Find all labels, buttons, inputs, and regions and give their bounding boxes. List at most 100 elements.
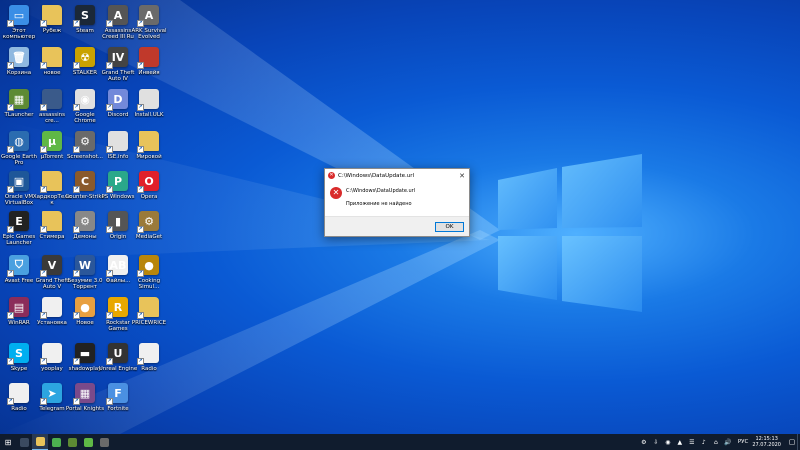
shortcut-arrow-icon: ↗ xyxy=(106,358,113,365)
clock-date: 27.07.2020 xyxy=(752,442,781,448)
desktop-icon-label: Мировой xyxy=(136,154,162,160)
rockstar-icon: R ↗ xyxy=(106,297,128,319)
folder-icon: ↗ xyxy=(40,5,62,27)
dialog-message-text: Приложение не найдено xyxy=(346,201,412,207)
computer-icon: ▭ ↗ xyxy=(7,5,29,27)
unreal-icon: U ↗ xyxy=(106,343,128,365)
clock[interactable]: 12:15:13 27.07.2020 xyxy=(752,436,781,448)
desktop-icon-label: Fortnite xyxy=(107,406,129,412)
game-icon: ● ↗ xyxy=(137,255,159,277)
file-icon: ▬ ↗ xyxy=(73,343,95,365)
shortcut-arrow-icon: ↗ xyxy=(7,398,14,405)
file-icon: ↗ xyxy=(137,89,159,111)
word-icon: W ↗ xyxy=(73,255,95,277)
gta-v-icon: V ↗ xyxy=(40,255,62,277)
shortcut-arrow-icon: ↗ xyxy=(73,186,80,193)
file-icon: ↗ xyxy=(106,131,128,153)
shortcut-arrow-icon: ↗ xyxy=(106,312,113,319)
shortcut-arrow-icon: ↗ xyxy=(40,186,47,193)
shortcut-arrow-icon: ↗ xyxy=(40,226,47,233)
shortcut-arrow-icon: ↗ xyxy=(40,20,47,27)
shortcut-arrow-icon: ↗ xyxy=(73,20,80,27)
file-icon: ↗ xyxy=(40,343,62,365)
antivirus-icon: ⛉ ↗ xyxy=(7,255,29,277)
settings-icon: ⚙ ↗ xyxy=(73,211,95,233)
shortcut-arrow-icon: ↗ xyxy=(7,186,14,193)
taskbar-app[interactable] xyxy=(16,434,32,450)
desktop-icon[interactable]: ↗ Install.ULK xyxy=(130,86,168,132)
dialog-title: C:\Windows\DataUpdate.url xyxy=(338,172,415,179)
folder-icon: ↗ xyxy=(40,171,62,193)
taskbar-apps xyxy=(16,434,112,450)
shortcut-arrow-icon: ↗ xyxy=(106,104,113,111)
taskbar-app[interactable] xyxy=(48,434,64,450)
minecraft-icon xyxy=(67,437,77,447)
stalker-icon: ☢ ↗ xyxy=(73,47,95,69)
shortcut-arrow-icon: ↗ xyxy=(7,270,14,277)
file-icon: ↗ xyxy=(137,343,159,365)
shortcut-arrow-icon: ↗ xyxy=(137,62,144,69)
desktop-icon-label: PRICEWRICE xyxy=(131,320,167,326)
tray-icon[interactable]: ▲ xyxy=(675,438,684,447)
tray-icon[interactable]: 🔊 xyxy=(723,438,732,447)
task-view-icon xyxy=(19,437,29,447)
shortcut-arrow-icon: ↗ xyxy=(40,312,47,319)
shortcut-arrow-icon: ↗ xyxy=(106,398,113,405)
desktop-icon[interactable]: A ↗ ARK Survival Evolved xyxy=(130,2,168,48)
tray-icon[interactable]: ⚙ xyxy=(639,438,648,447)
dialog-footer: OK xyxy=(325,216,469,236)
desktop-icon-label: ARK Survival Evolved xyxy=(131,28,167,40)
language-indicator[interactable]: РУС xyxy=(738,439,749,445)
shortcut-arrow-icon: ↗ xyxy=(137,270,144,277)
skype-icon: S ↗ xyxy=(7,343,29,365)
shortcut-arrow-icon: ↗ xyxy=(7,146,14,153)
assassins-creed-icon: A ↗ xyxy=(106,5,128,27)
shortcut-arrow-icon: ↗ xyxy=(7,358,14,365)
desktop-icon[interactable]: ↗ Инвейя xyxy=(130,44,168,90)
desktop-icon-label: Cooking Simul... xyxy=(137,278,161,290)
taskbar-app[interactable] xyxy=(32,434,48,450)
shortcut-arrow-icon: ↗ xyxy=(106,270,113,277)
shortcut-arrow-icon: ↗ xyxy=(7,312,14,319)
taskbar-app[interactable] xyxy=(96,434,112,450)
shortcut-arrow-icon: ↗ xyxy=(7,226,14,233)
mediaget-icon: ⚙ ↗ xyxy=(137,211,159,233)
opera-icon: O ↗ xyxy=(137,171,159,193)
file-icon: ↗ xyxy=(40,297,62,319)
file-explorer-icon xyxy=(35,437,45,446)
desktop-icon-label: Radio xyxy=(141,366,157,372)
desktop-icon[interactable]: ● ↗ Cooking Simul... xyxy=(130,252,168,298)
folder-icon: ↗ xyxy=(40,211,62,233)
tray-icon[interactable]: ♪ xyxy=(699,438,708,447)
shortcut-arrow-icon: ↗ xyxy=(73,398,80,405)
minecraft-icon: ▦ ↗ xyxy=(7,89,29,111)
shortcut-arrow-icon: ↗ xyxy=(73,358,80,365)
shortcut-arrow-icon: ↗ xyxy=(73,226,80,233)
desktop-icon[interactable]: ⚙ ↗ MediaGet xyxy=(130,208,168,254)
desktop-icon[interactable]: F ↗ Fortnite xyxy=(99,380,137,426)
shortcut-arrow-icon: ↗ xyxy=(40,62,47,69)
tray-icon[interactable]: ◉ xyxy=(663,438,672,447)
shortcut-arrow-icon: ↗ xyxy=(137,226,144,233)
folder-icon: ↗ xyxy=(137,297,159,319)
tray-icon[interactable]: ⌂ xyxy=(711,438,720,447)
tray-icon[interactable]: ⇩ xyxy=(651,438,660,447)
ok-button[interactable]: OK xyxy=(435,222,464,232)
taskbar-app[interactable] xyxy=(64,434,80,450)
shortcut-arrow-icon: ↗ xyxy=(40,146,47,153)
recycle-bin-icon: 🗑 ↗ xyxy=(7,47,29,69)
shortcut-arrow-icon: ↗ xyxy=(73,146,80,153)
google-earth-icon: ◍ ↗ xyxy=(7,131,29,153)
taskbar-app[interactable] xyxy=(80,434,96,450)
tray-icon[interactable]: ☰ xyxy=(687,438,696,447)
start-button[interactable]: ⊞ xyxy=(0,434,16,450)
steam-icon: S ↗ xyxy=(73,5,95,27)
shortcut-arrow-icon: ↗ xyxy=(106,186,113,193)
close-icon[interactable]: ✕ xyxy=(455,172,469,180)
shortcut-arrow-icon: ↗ xyxy=(106,226,113,233)
shortcut-arrow-icon: ↗ xyxy=(7,20,14,27)
desktop-icon[interactable]: ↗ PRICEWRICE xyxy=(130,294,168,340)
notifications-icon[interactable]: ▢ xyxy=(787,438,797,446)
ps-icon: P ↗ xyxy=(106,171,128,193)
dialog-titlebar[interactable]: ✕ C:\Windows\DataUpdate.url ✕ xyxy=(325,169,469,182)
